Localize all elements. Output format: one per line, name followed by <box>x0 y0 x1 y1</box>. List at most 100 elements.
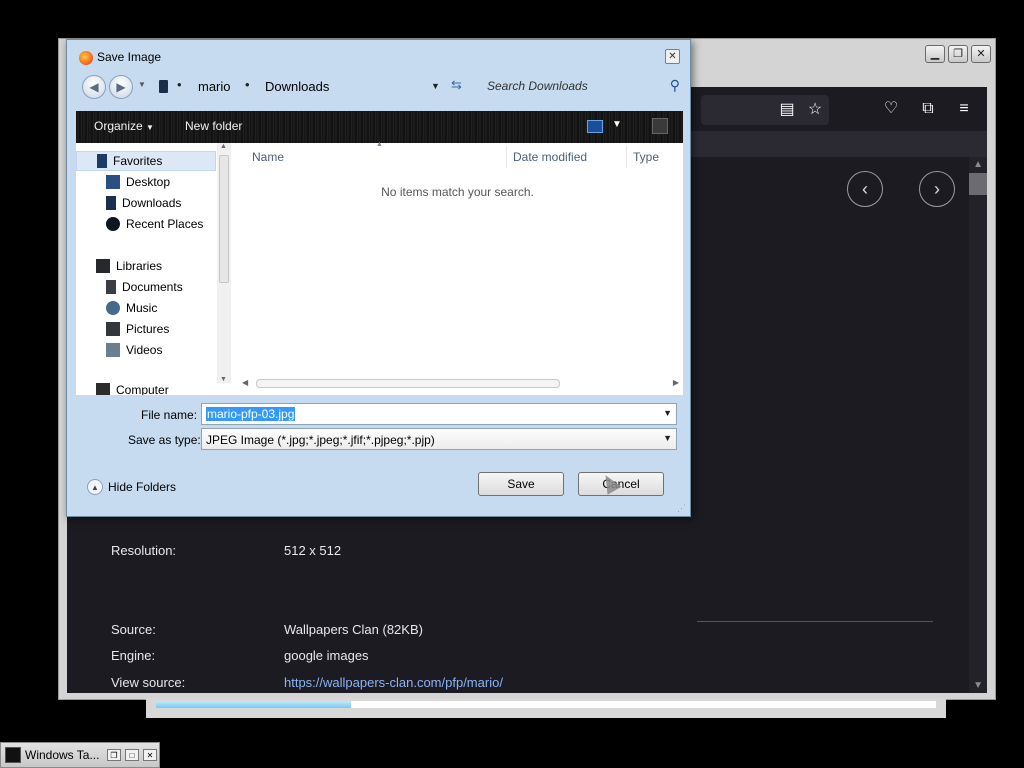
progress-track <box>156 701 936 708</box>
nav-desktop-label: Desktop <box>126 175 171 189</box>
engine-value: google images <box>284 648 369 663</box>
file-list: Name ▲ Date modified Type No items match… <box>232 141 683 395</box>
organize-button[interactable]: Organize ▼ <box>94 119 154 133</box>
column-type[interactable]: Type <box>633 150 659 164</box>
nav-videos-label: Videos <box>126 343 163 357</box>
save-type-dropdown-icon[interactable]: ▼ <box>663 433 672 443</box>
pocket-icon[interactable]: ♡ <box>881 101 901 117</box>
nav-music-label: Music <box>126 301 158 315</box>
taskbar-maximize-icon[interactable]: □ <box>125 749 139 761</box>
menu-icon[interactable]: ≡ <box>954 101 974 117</box>
nav-desktop[interactable]: Desktop <box>106 175 170 189</box>
scroll-thumb[interactable] <box>969 173 987 195</box>
nav-documents[interactable]: Documents <box>106 280 183 294</box>
source-label: Source: <box>111 622 156 637</box>
refresh-icon[interactable]: ⇆ <box>451 77 462 93</box>
search-icon[interactable]: ⚲ <box>670 77 680 94</box>
taskbar-item[interactable]: Windows Ta... ❐ □ ✕ <box>0 742 160 768</box>
view-options-chevron-icon[interactable]: ▼ <box>612 119 622 130</box>
scroll-down-icon[interactable]: ▼ <box>973 680 983 691</box>
taskbar-label: Windows Ta... <box>25 748 100 762</box>
dialog-close-button[interactable]: ✕ <box>665 49 680 64</box>
empty-message: No items match your search. <box>381 185 534 199</box>
sort-indicator-icon: ▲ <box>376 141 383 148</box>
maximize-button[interactable]: ❐ <box>948 45 968 63</box>
file-name-dropdown-icon[interactable]: ▼ <box>663 408 672 418</box>
resize-grip-icon[interactable]: ⋰ <box>677 503 686 514</box>
nav-computer[interactable]: Computer <box>96 383 169 395</box>
hscroll-thumb[interactable] <box>256 379 560 388</box>
column-name[interactable]: Name <box>252 150 284 164</box>
save-button[interactable]: Save <box>478 472 564 496</box>
back-button[interactable]: ◀ <box>82 75 106 99</box>
minimize-button[interactable]: ▁ <box>925 45 945 63</box>
hide-folders-toggle[interactable]: ▲ Hide Folders <box>87 479 176 495</box>
progress-fill <box>156 701 351 708</box>
new-folder-button[interactable]: New folder <box>185 119 242 133</box>
nav-documents-label: Documents <box>122 280 183 294</box>
nav-scroll-up-icon[interactable]: ▲ <box>220 143 227 150</box>
save-type-value: JPEG Image (*.jpg;*.jpeg;*.jfif;*.pjpeg;… <box>206 433 435 447</box>
forward-button[interactable]: ▶ <box>109 75 133 99</box>
cancel-button[interactable]: Cancel <box>578 472 664 496</box>
resolution-label: Resolution: <box>111 543 177 558</box>
pictures-icon <box>106 322 120 336</box>
file-name-input[interactable]: mario-pfp-03.jpg ▼ <box>201 403 677 425</box>
reader-view-icon[interactable]: ▤ <box>777 102 797 118</box>
browse-panes: Favorites Desktop Downloads Recent Place… <box>76 141 683 395</box>
resolution-value: 512 x 512 <box>284 543 342 558</box>
file-name-value: mario-pfp-03.jpg <box>206 407 296 421</box>
taskbar-restore-icon[interactable]: ❐ <box>107 749 121 761</box>
address-dropdown-icon[interactable]: ▼ <box>431 81 440 91</box>
nav-recent-label: Recent Places <box>126 217 204 231</box>
breadcrumb-downloads[interactable]: Downloads <box>265 79 329 94</box>
page-scrollbar[interactable]: ▲ ▼ <box>969 157 987 693</box>
search-box[interactable]: Search Downloads ⚲ <box>479 75 684 99</box>
hscroll-left-icon[interactable]: ◀ <box>242 378 248 387</box>
desktop-icon <box>106 175 120 189</box>
breadcrumb-mario[interactable]: mario <box>198 79 231 94</box>
close-window-button[interactable]: ✕ <box>971 45 991 63</box>
save-type-select[interactable]: JPEG Image (*.jpg;*.jpeg;*.jfif;*.pjpeg;… <box>201 428 677 450</box>
change-view-icon[interactable] <box>587 120 603 133</box>
nav-downloads[interactable]: Downloads <box>106 196 181 210</box>
nav-recent-places[interactable]: Recent Places <box>106 217 203 231</box>
taskbar-close-icon[interactable]: ✕ <box>143 749 157 761</box>
column-divider[interactable] <box>626 146 627 168</box>
file-name-label: File name: <box>141 408 198 422</box>
preview-pane-icon[interactable] <box>652 118 668 134</box>
nav-libraries-label: Libraries <box>116 259 163 273</box>
nav-scroll-thumb[interactable] <box>219 155 229 283</box>
nav-libraries[interactable]: Libraries <box>96 259 162 273</box>
view-source-link[interactable]: https://wallpapers-clan.com/pfp/mario/ <box>284 675 503 690</box>
previous-image-button[interactable]: ‹ <box>847 171 883 207</box>
address-row: ◀ ▶ ▼ • mario • Downloads ▼ ⇆ Search Dow… <box>67 70 690 108</box>
nav-favorites[interactable]: Favorites <box>76 151 216 171</box>
extensions-icon[interactable]: ⧉ <box>918 101 938 117</box>
nav-music[interactable]: Music <box>106 301 157 315</box>
dialog-title: Save Image <box>97 50 162 64</box>
nav-pictures-label: Pictures <box>126 322 170 336</box>
taskbar-app-icon <box>5 747 21 763</box>
column-date-modified[interactable]: Date modified <box>513 150 587 164</box>
scroll-up-icon[interactable]: ▲ <box>973 159 983 170</box>
favorites-icon <box>97 154 107 168</box>
nav-scroll-down-icon[interactable]: ▼ <box>220 376 227 383</box>
videos-icon <box>106 343 120 357</box>
bookmark-star-icon[interactable]: ☆ <box>805 102 825 118</box>
nav-scrollbar[interactable]: ▲ ▼ <box>217 143 231 383</box>
url-bar[interactable]: ▤ ☆ <box>701 95 829 125</box>
column-divider[interactable] <box>506 146 507 168</box>
next-image-button[interactable]: › <box>919 171 955 207</box>
breadcrumb-separator: • <box>177 77 182 92</box>
file-list-hscrollbar[interactable]: ◀ ▶ <box>242 377 679 391</box>
hscroll-right-icon[interactable]: ▶ <box>673 378 679 387</box>
source-value: Wallpapers Clan (82KB) <box>284 622 423 637</box>
nav-pictures[interactable]: Pictures <box>106 322 169 336</box>
documents-icon <box>106 280 116 294</box>
breadcrumb[interactable]: • mario • Downloads <box>147 75 447 99</box>
downloads-icon <box>106 196 116 210</box>
recent-locations-icon[interactable]: ▼ <box>138 80 146 89</box>
nav-videos[interactable]: Videos <box>106 343 162 357</box>
progress-bar <box>146 698 946 718</box>
